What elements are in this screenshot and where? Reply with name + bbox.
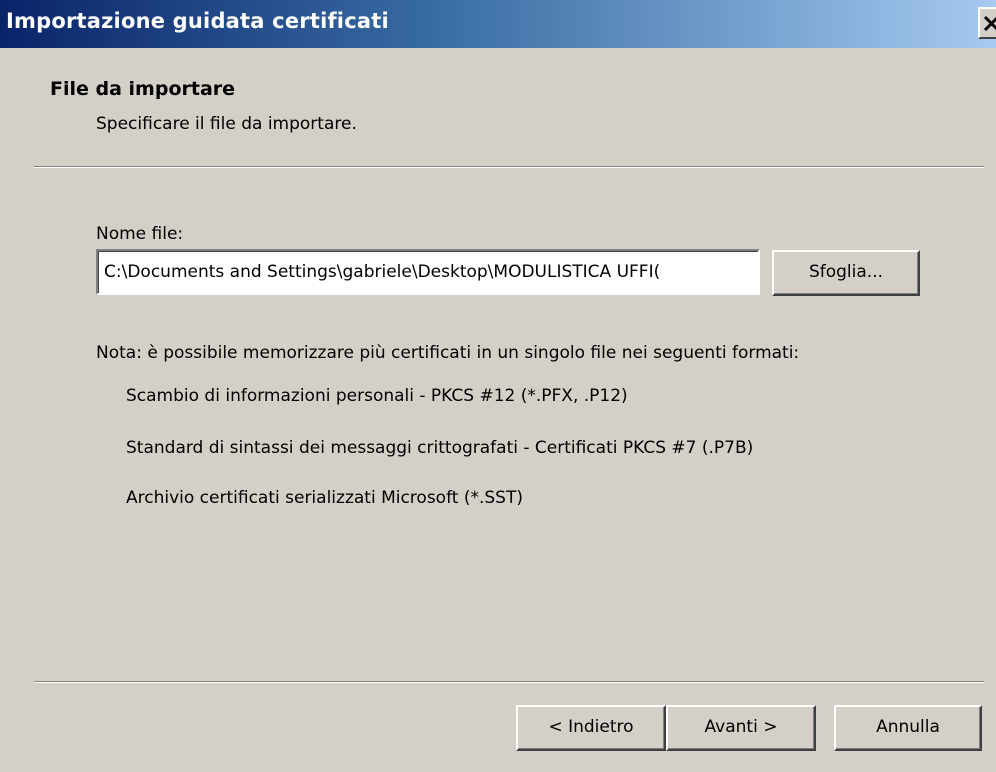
back-button-label: < Indietro bbox=[548, 717, 634, 737]
next-button[interactable]: Avanti > bbox=[666, 705, 816, 751]
file-name-field[interactable] bbox=[96, 249, 760, 295]
format-item: Archivio certificati serializzati Micros… bbox=[126, 488, 523, 508]
format-item: Scambio di informazioni personali - PKCS… bbox=[126, 386, 628, 406]
next-button-label: Avanti > bbox=[704, 717, 778, 737]
page-title: File da importare bbox=[50, 78, 236, 100]
back-button[interactable]: < Indietro bbox=[516, 705, 666, 751]
cancel-button[interactable]: Annulla bbox=[834, 705, 982, 751]
close-button[interactable] bbox=[978, 7, 996, 39]
title-bar: Importazione guidata certificati bbox=[0, 0, 996, 48]
file-name-input[interactable] bbox=[104, 251, 754, 293]
browse-button[interactable]: Sfoglia... bbox=[772, 250, 920, 296]
note-text: Nota: è possibile memorizzare più certif… bbox=[96, 343, 800, 363]
cancel-button-label: Annulla bbox=[876, 717, 940, 737]
close-icon bbox=[983, 15, 996, 32]
footer-divider bbox=[34, 681, 984, 683]
page-subtitle: Specificare il file da importare. bbox=[96, 114, 357, 134]
format-item: Standard di sintassi dei messaggi critto… bbox=[126, 438, 754, 458]
header-divider bbox=[34, 166, 984, 168]
file-name-label: Nome file: bbox=[96, 224, 184, 244]
browse-button-label: Sfoglia... bbox=[808, 262, 884, 282]
window-title: Importazione guidata certificati bbox=[6, 9, 389, 33]
